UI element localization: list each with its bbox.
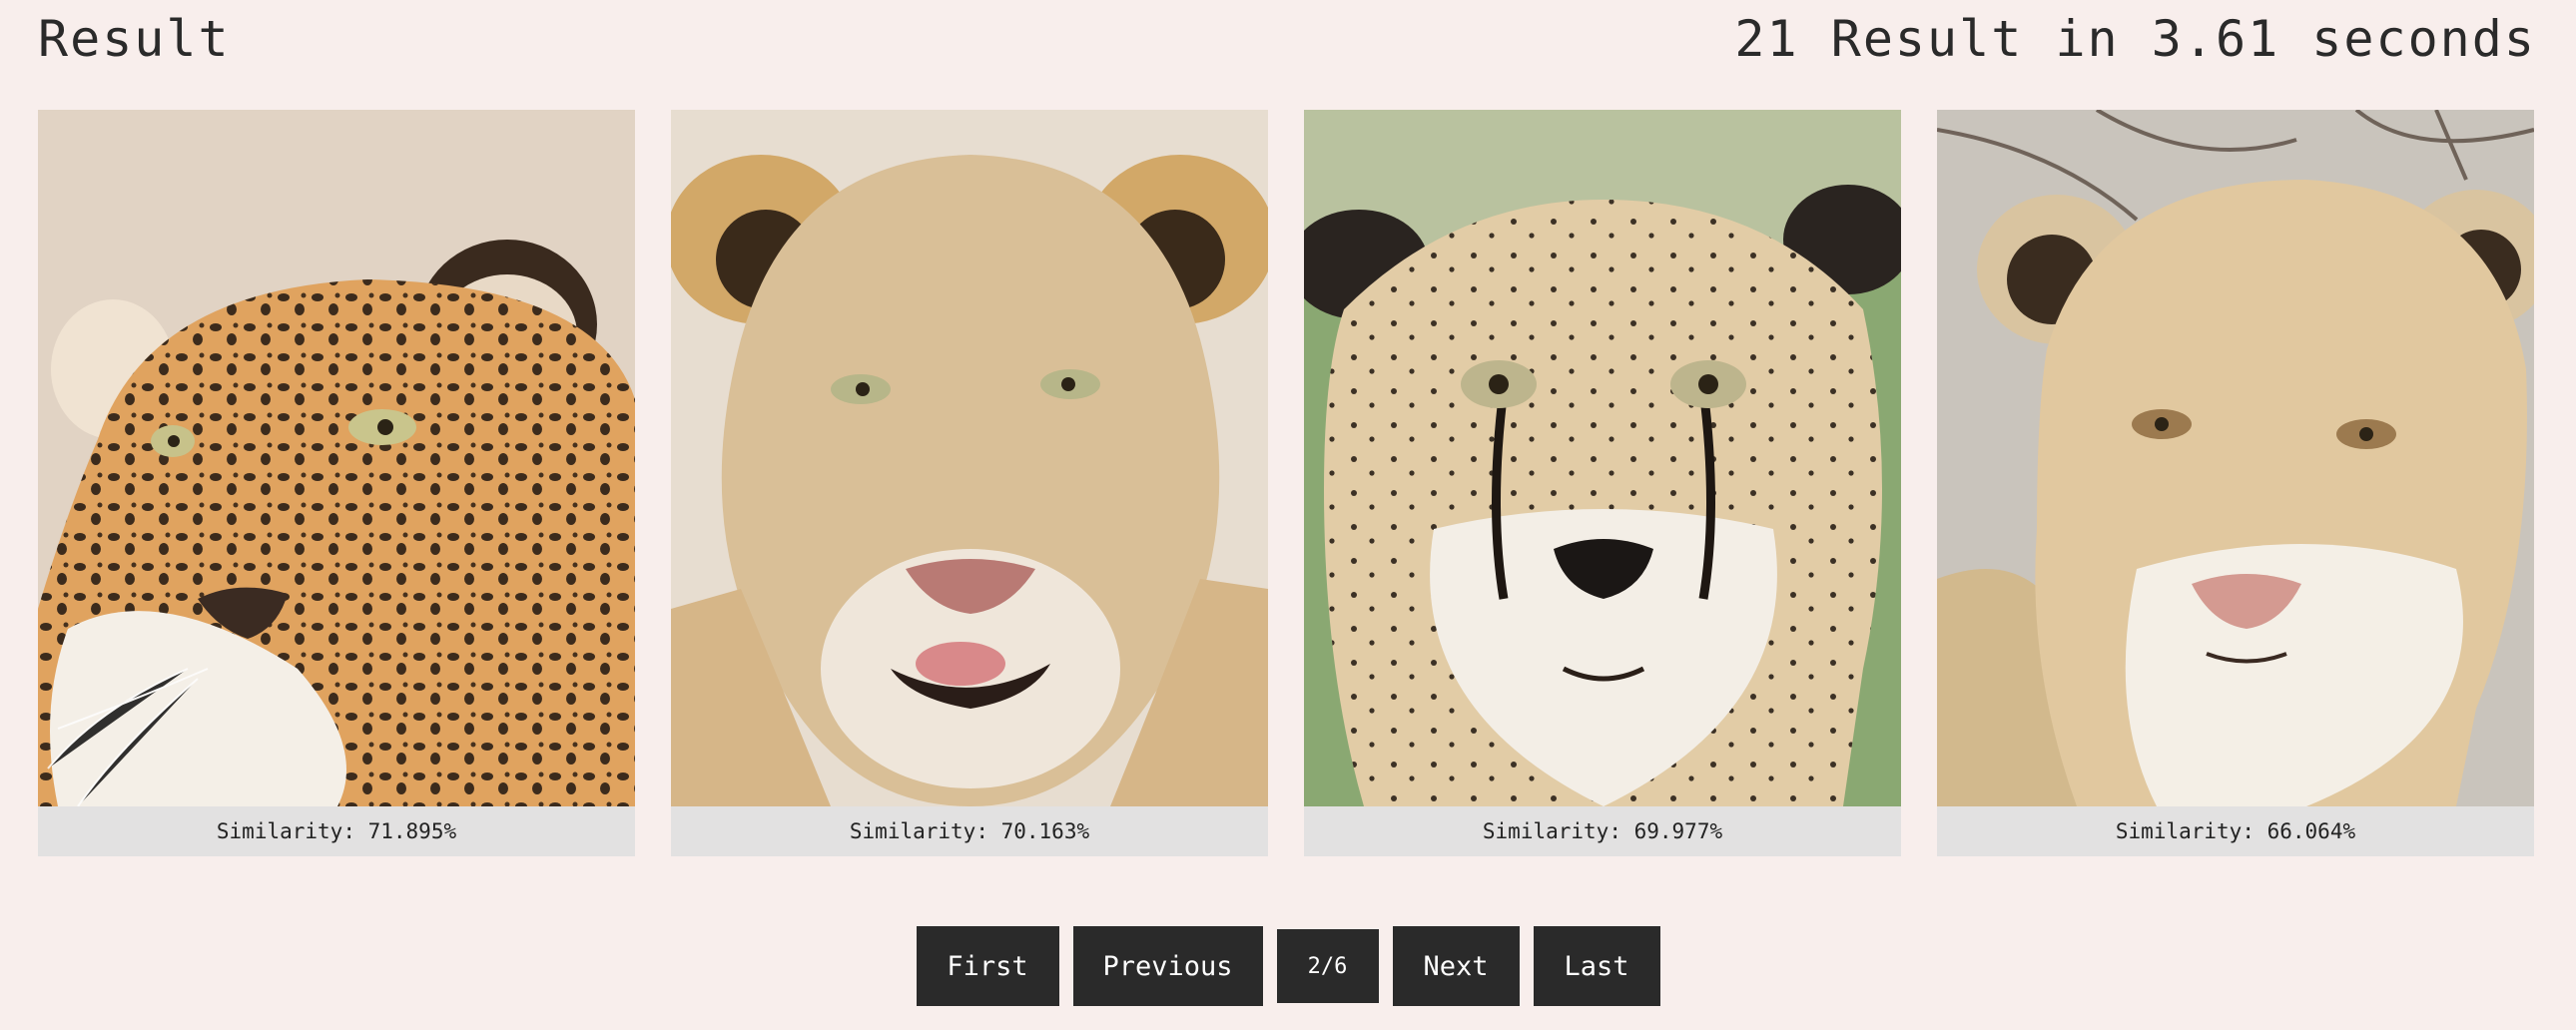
result-card[interactable]: Similarity: 70.163% [671, 110, 1268, 856]
leopard-face-image[interactable] [38, 110, 635, 806]
results-grid: Similarity: 71.895% Similarity: 70.163% … [38, 110, 2534, 856]
cheetah-face-image[interactable] [1304, 110, 1901, 806]
result-card[interactable]: Similarity: 71.895% [38, 110, 635, 856]
similarity-label: Similarity: 66.064% [1937, 806, 2534, 856]
previous-page-button[interactable]: Previous [1072, 926, 1263, 1006]
result-card[interactable]: Similarity: 69.977% [1304, 110, 1901, 856]
first-page-button[interactable]: First [916, 926, 1059, 1006]
page-title: Result [38, 10, 231, 68]
white-lioness-face-image[interactable] [1937, 110, 2534, 806]
similarity-label: Similarity: 69.977% [1304, 806, 1901, 856]
similarity-label: Similarity: 70.163% [671, 806, 1268, 856]
page-indicator: 2/6 [1276, 929, 1379, 1003]
result-card[interactable]: Similarity: 66.064% [1937, 110, 2534, 856]
results-summary: 21 Result in 3.61 seconds [1734, 10, 2536, 68]
last-page-button[interactable]: Last [1533, 926, 1660, 1006]
next-page-button[interactable]: Next [1392, 926, 1520, 1006]
similarity-label: Similarity: 71.895% [38, 806, 635, 856]
lioness-face-image[interactable] [671, 110, 1268, 806]
pagination: First Previous 2/6 Next Last [0, 926, 2576, 1006]
results-header: Result 21 Result in 3.61 seconds [38, 4, 2536, 74]
